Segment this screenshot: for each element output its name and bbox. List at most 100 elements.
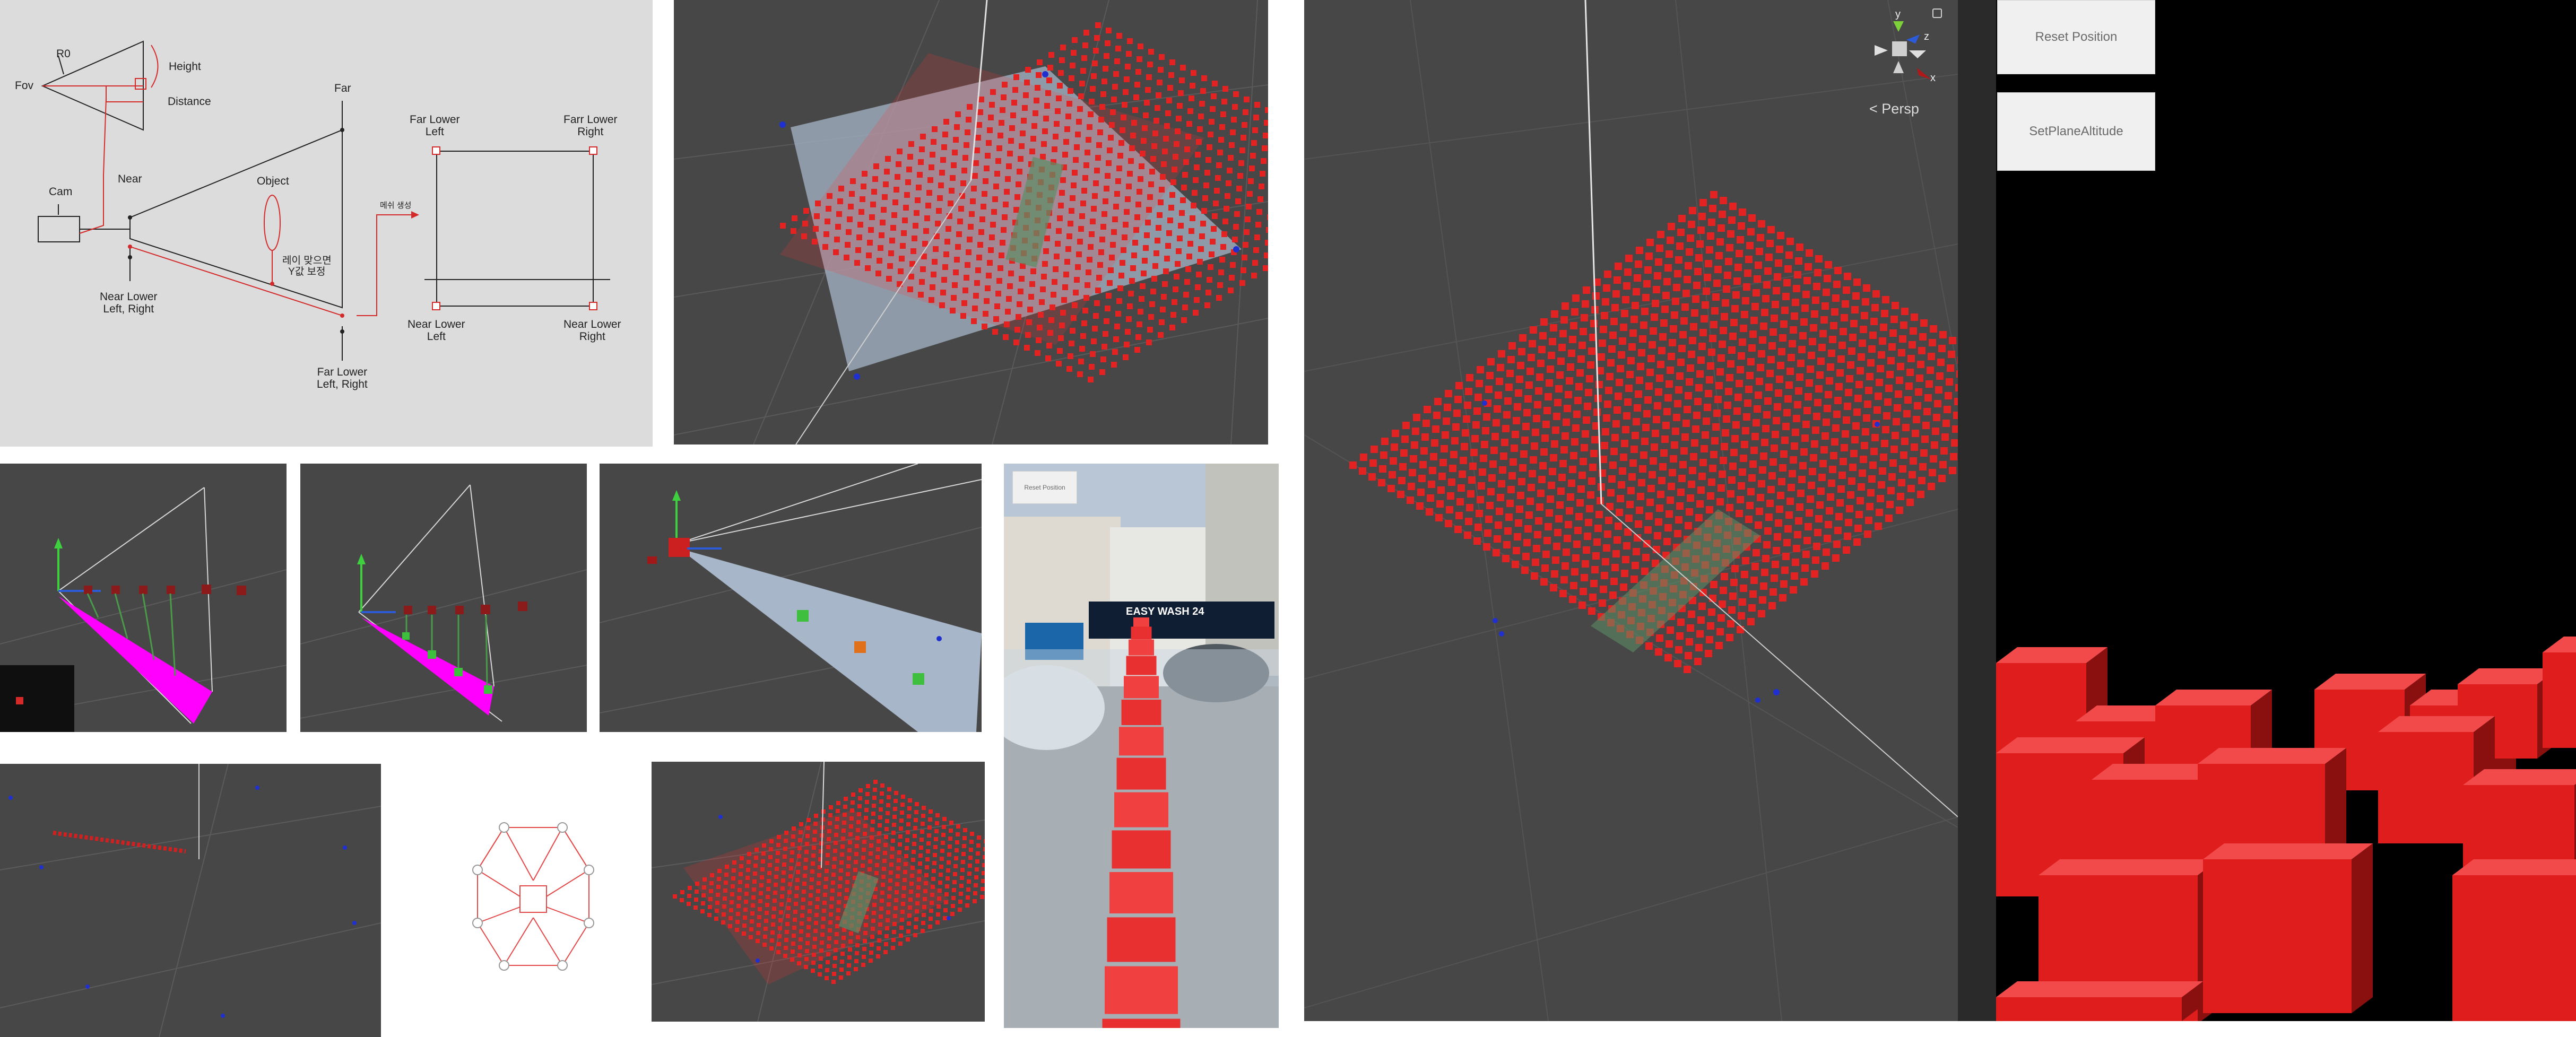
grid-cube [1939, 331, 1947, 338]
grid-cube [1233, 224, 1239, 230]
grid-cube [1732, 291, 1740, 299]
grid-cube [1081, 320, 1087, 326]
grid-cube [1417, 489, 1425, 496]
grid-cube [1007, 151, 1013, 156]
grid-cube [1056, 228, 1062, 234]
grid-cube [1750, 317, 1758, 324]
grid-cube [1832, 294, 1840, 302]
grid-cube [1615, 393, 1622, 400]
grid-cube [904, 192, 910, 198]
grid-cube [1446, 506, 1453, 513]
grid-cube [811, 961, 816, 965]
grid-cube [765, 903, 769, 907]
grid-cube [1540, 448, 1548, 456]
persp-toggle[interactable]: < Persp [1869, 101, 1919, 117]
grid-cube [1454, 396, 1462, 403]
grid-cube [812, 846, 816, 850]
grid-cube [1762, 555, 1770, 562]
grid-cube [1900, 321, 1907, 329]
grid-cube [1410, 455, 1417, 463]
grid-cube [1610, 318, 1618, 325]
grid-cube [847, 955, 852, 960]
grid-cube [1060, 45, 1066, 50]
grid-cube [1749, 460, 1757, 468]
grid-cube [928, 817, 932, 822]
axis-gizmo[interactable]: y z x [1867, 8, 1936, 85]
grid-cube [1085, 282, 1090, 288]
grid-cube [1725, 388, 1732, 395]
grid-cube [1901, 308, 1909, 315]
lock-icon[interactable] [1932, 8, 1942, 18]
grid-cube [1684, 406, 1691, 413]
near-lower-label: Near Lower Left, Right [100, 291, 158, 316]
grid-cube [1475, 394, 1482, 401]
grid-cube [708, 905, 712, 909]
grid-cube [1610, 578, 1618, 585]
grid-cube [1265, 240, 1268, 246]
grid-cube [1054, 254, 1060, 259]
grid-cube [1099, 369, 1105, 375]
shop-sign: EASY WASH 24 [1126, 606, 1204, 617]
grid-cube [1875, 522, 1882, 530]
grid-cube [1494, 535, 1501, 543]
grid-cube [1261, 158, 1267, 164]
grid-cube [1802, 551, 1810, 558]
grid-cube [1899, 335, 1906, 343]
grid-cube [1591, 436, 1599, 443]
grid-cube [1940, 447, 1948, 455]
scene-view-main: y z x < Persp [1304, 0, 1958, 1021]
grid-cube [779, 902, 784, 907]
grid-cube [1453, 409, 1461, 417]
reset-position-button[interactable]: Reset Position [1997, 0, 2155, 74]
grid-cube [1932, 428, 1939, 435]
grid-cube [702, 877, 707, 882]
grid-cube [847, 216, 853, 222]
grid-cube [949, 829, 953, 833]
grid-cube [1461, 443, 1468, 450]
phone-reset-button[interactable]: Reset Position [1012, 471, 1077, 504]
grid-cube [942, 825, 946, 829]
grid-cube [885, 156, 891, 162]
grid-cube [766, 895, 770, 899]
grid-cube [735, 928, 739, 932]
grid-cube [944, 239, 950, 245]
grid-cube [1689, 467, 1696, 474]
grid-cube [1537, 490, 1545, 497]
grid-cube [1656, 634, 1663, 642]
grid-cube [954, 856, 958, 860]
grid-cube [941, 833, 946, 837]
grid-cube [1204, 302, 1210, 308]
grid-cube [1397, 491, 1404, 498]
grid-cube [825, 968, 829, 972]
grid-cube [883, 851, 887, 855]
grid-cube [1072, 37, 1078, 43]
grid-cube [1786, 238, 1794, 245]
grid-cube [1727, 490, 1734, 498]
grid-cube [869, 843, 873, 848]
game-cube-side [2352, 843, 2373, 1013]
set-plane-altitude-button[interactable]: SetPlaneAltitude [1997, 92, 2155, 171]
grid-cube [1715, 382, 1723, 389]
grid-cube [858, 788, 863, 792]
grid-cube [694, 897, 698, 902]
grid-cube [1894, 404, 1901, 412]
grid-cube [976, 255, 982, 260]
grid-cube [884, 942, 888, 946]
grid-cube [1229, 142, 1235, 148]
grid-cube [1577, 485, 1585, 493]
grid-cube [1236, 186, 1242, 191]
grid-cube [1678, 345, 1686, 352]
grid-cube [1657, 361, 1664, 368]
grid-cube [1543, 537, 1551, 544]
grid-cube [1562, 302, 1569, 310]
grid-cube [1142, 258, 1148, 264]
grid-cube [1773, 547, 1780, 554]
grid-cube [1469, 463, 1477, 470]
grid-cube [1513, 547, 1520, 554]
grid-cube [1919, 463, 1927, 470]
grid-cube [1646, 239, 1654, 246]
grid-cube [1009, 125, 1015, 131]
grid-cube [1688, 481, 1695, 488]
grid-cube [1186, 254, 1192, 259]
grid-cube [1722, 429, 1729, 437]
